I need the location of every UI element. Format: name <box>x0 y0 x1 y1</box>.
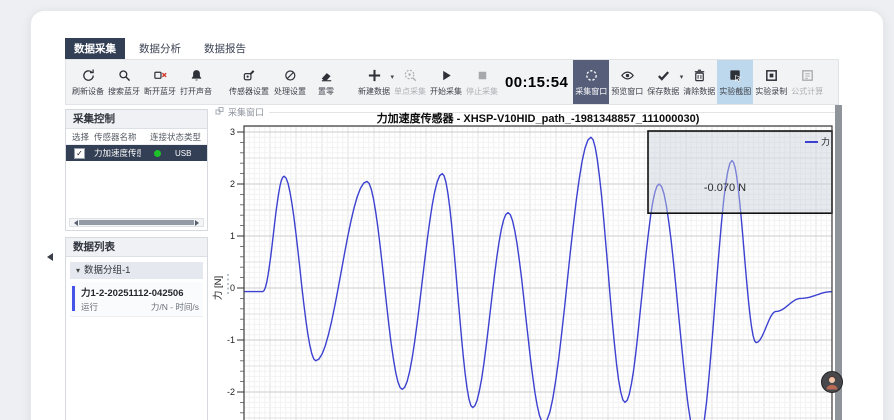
data-list-item[interactable]: 力1-2-20251112-042506 运行 力/N - 时间/s <box>70 282 203 317</box>
chart-selection-region[interactable] <box>648 131 832 213</box>
legend-label: 力 <box>821 136 830 147</box>
y-tick-label: -2 <box>227 387 235 397</box>
check-icon <box>656 68 671 83</box>
data-group-label: 数据分组-1 <box>84 265 130 276</box>
plus-icon <box>367 68 382 83</box>
toolbar-check-button[interactable]: 保存数据▾ <box>645 60 681 104</box>
data-item-axes: 力/N - 时间/s <box>151 301 199 313</box>
item-accent-bar <box>72 286 75 311</box>
chart-group-label: 采集窗口 <box>228 107 264 118</box>
process-settings-icon <box>283 68 298 83</box>
toolbar-play-button[interactable]: 开始采集 <box>428 60 464 104</box>
chevron-down-icon[interactable]: ▾ <box>76 266 80 275</box>
play-icon <box>439 68 454 83</box>
sensor-type: USB <box>175 149 191 158</box>
sidebar-collapse-icon[interactable] <box>43 253 53 261</box>
search-icon <box>117 68 132 83</box>
record-icon <box>764 68 779 83</box>
screenshot-root: 数据采集数据分析数据报告 刷新设备搜索蓝牙断开蓝牙打开声音传感器设置处理设置置零… <box>0 0 894 420</box>
acquisition-timer: 00:15:54 <box>505 74 568 91</box>
single-point-icon <box>403 68 418 83</box>
toolbar-single-point-button: 单点采集 <box>392 60 428 104</box>
splitter-handle[interactable] <box>227 287 229 289</box>
toolbar-formula-button: 公式计算 <box>789 60 825 104</box>
scrollbar-thumb[interactable] <box>79 220 194 225</box>
sensor-table-header: 选择 传感器名称 连接状态 类型 <box>66 129 207 145</box>
toolbar-bluetooth-disconnect-button[interactable]: 断开蓝牙 <box>142 60 178 104</box>
refresh-icon <box>81 68 96 83</box>
tab-data-acquisition[interactable]: 数据采集 <box>65 38 125 60</box>
toolbar-plus-button[interactable]: 新建数据▾ <box>356 60 392 104</box>
splitter-handle[interactable] <box>227 292 229 294</box>
toolbar-trash-button[interactable]: 清除数据 <box>681 60 717 104</box>
toolbar-stop-button: 停止采集 <box>464 60 500 104</box>
y-tick-label: 1 <box>230 231 235 241</box>
data-list-panel: 数据列表 ▾ 数据分组-1 力1-2-20251112-042506 运行 力/N… <box>65 237 208 420</box>
horizontal-scrollbar[interactable] <box>69 218 204 227</box>
stop-icon <box>475 68 490 83</box>
toolbar-search-button[interactable]: 搜索蓝牙 <box>106 60 142 104</box>
toolbar-record-button[interactable]: 实验录制 <box>753 60 789 104</box>
splitter-handle[interactable] <box>227 283 229 285</box>
data-item-title: 力1-2-20251112-042506 <box>81 285 183 299</box>
y-tick-label: -1 <box>227 335 235 345</box>
tab-bar: 数据采集数据分析数据报告 <box>65 38 255 60</box>
assistant-avatar-button[interactable] <box>822 372 843 393</box>
formula-icon <box>800 68 815 83</box>
toolbar-snapshot-button[interactable]: 实验截图 <box>717 60 753 104</box>
toolbar-capture-window-button[interactable]: 采集窗口 <box>573 60 609 104</box>
y-tick-label: 0 <box>230 283 235 293</box>
toolbar-bell-button[interactable]: 打开声音 <box>178 60 214 104</box>
y-axis-label: 力 [N] <box>212 276 224 300</box>
col-type: 类型 <box>184 131 204 143</box>
sensor-name: 力加速度传感器 <box>85 147 141 159</box>
acquisition-chart: 采集窗口 -0.070 N 力 3 2 1 0 -1 -2 力 [N] 力加速度传感器 - XHSP… <box>211 105 843 420</box>
col-connection-status: 连接状态 <box>150 131 184 143</box>
acquisition-control-panel: 采集控制 选择 传感器名称 连接状态 类型 ✓ 力加速度传感器 USB <box>65 109 208 231</box>
splitter-handle[interactable] <box>227 274 229 276</box>
trash-icon <box>692 68 707 83</box>
toolbar-sensor-settings-button[interactable]: 传感器设置 <box>226 60 272 104</box>
splitter-handle[interactable] <box>227 278 229 280</box>
bell-icon <box>189 68 204 83</box>
app-window: 数据采集数据分析数据报告 刷新设备搜索蓝牙断开蓝牙打开声音传感器设置处理设置置零… <box>30 10 884 420</box>
panel-title: 采集控制 <box>66 110 207 129</box>
y-tick-label: 2 <box>230 179 235 189</box>
force-value-annotation: -0.070 N <box>704 182 746 194</box>
eye-icon <box>620 68 635 83</box>
toolbar-refresh-button[interactable]: 刷新设备 <box>70 60 106 104</box>
chart-title: 力加速度传感器 - XHSP-V10HID_path_-1981348857_1… <box>377 111 700 125</box>
bluetooth-disconnect-icon <box>153 68 168 83</box>
scroll-left-icon[interactable] <box>70 219 79 226</box>
tab-data-report[interactable]: 数据报告 <box>195 38 255 60</box>
y-tick-label: 3 <box>230 127 235 137</box>
acquisition-chart-panel: 采集窗口 -0.070 N 力 3 2 1 0 -1 -2 力 [N] 力加速度传感器 - XHSP… <box>211 105 843 420</box>
toolbar-zero-button[interactable]: 置零 <box>308 60 344 104</box>
sensor-settings-icon <box>242 68 257 83</box>
data-item-status: 运行 <box>81 301 98 313</box>
toolbar-eye-button[interactable]: 预览窗口 <box>609 60 645 104</box>
data-group-row[interactable]: ▾ 数据分组-1 <box>70 262 203 279</box>
snapshot-icon <box>728 68 743 83</box>
toolbar: 刷新设备搜索蓝牙断开蓝牙打开声音传感器设置处理设置置零新建数据▾单点采集开始采集… <box>65 59 839 105</box>
tab-data-analysis[interactable]: 数据分析 <box>130 38 190 60</box>
scroll-right-icon[interactable] <box>194 219 203 226</box>
sensor-checkbox[interactable]: ✓ <box>74 148 85 159</box>
toolbar-process-settings-button[interactable]: 处理设置 <box>272 60 308 104</box>
sensor-table-row[interactable]: ✓ 力加速度传感器 USB <box>66 145 207 161</box>
zero-icon <box>319 68 334 83</box>
panel-title: 数据列表 <box>66 238 207 257</box>
capture-window-icon <box>584 68 599 83</box>
col-sensor-name: 传感器名称 <box>94 131 150 143</box>
connection-status-dot <box>154 150 161 157</box>
col-select: 选择 <box>66 131 94 143</box>
